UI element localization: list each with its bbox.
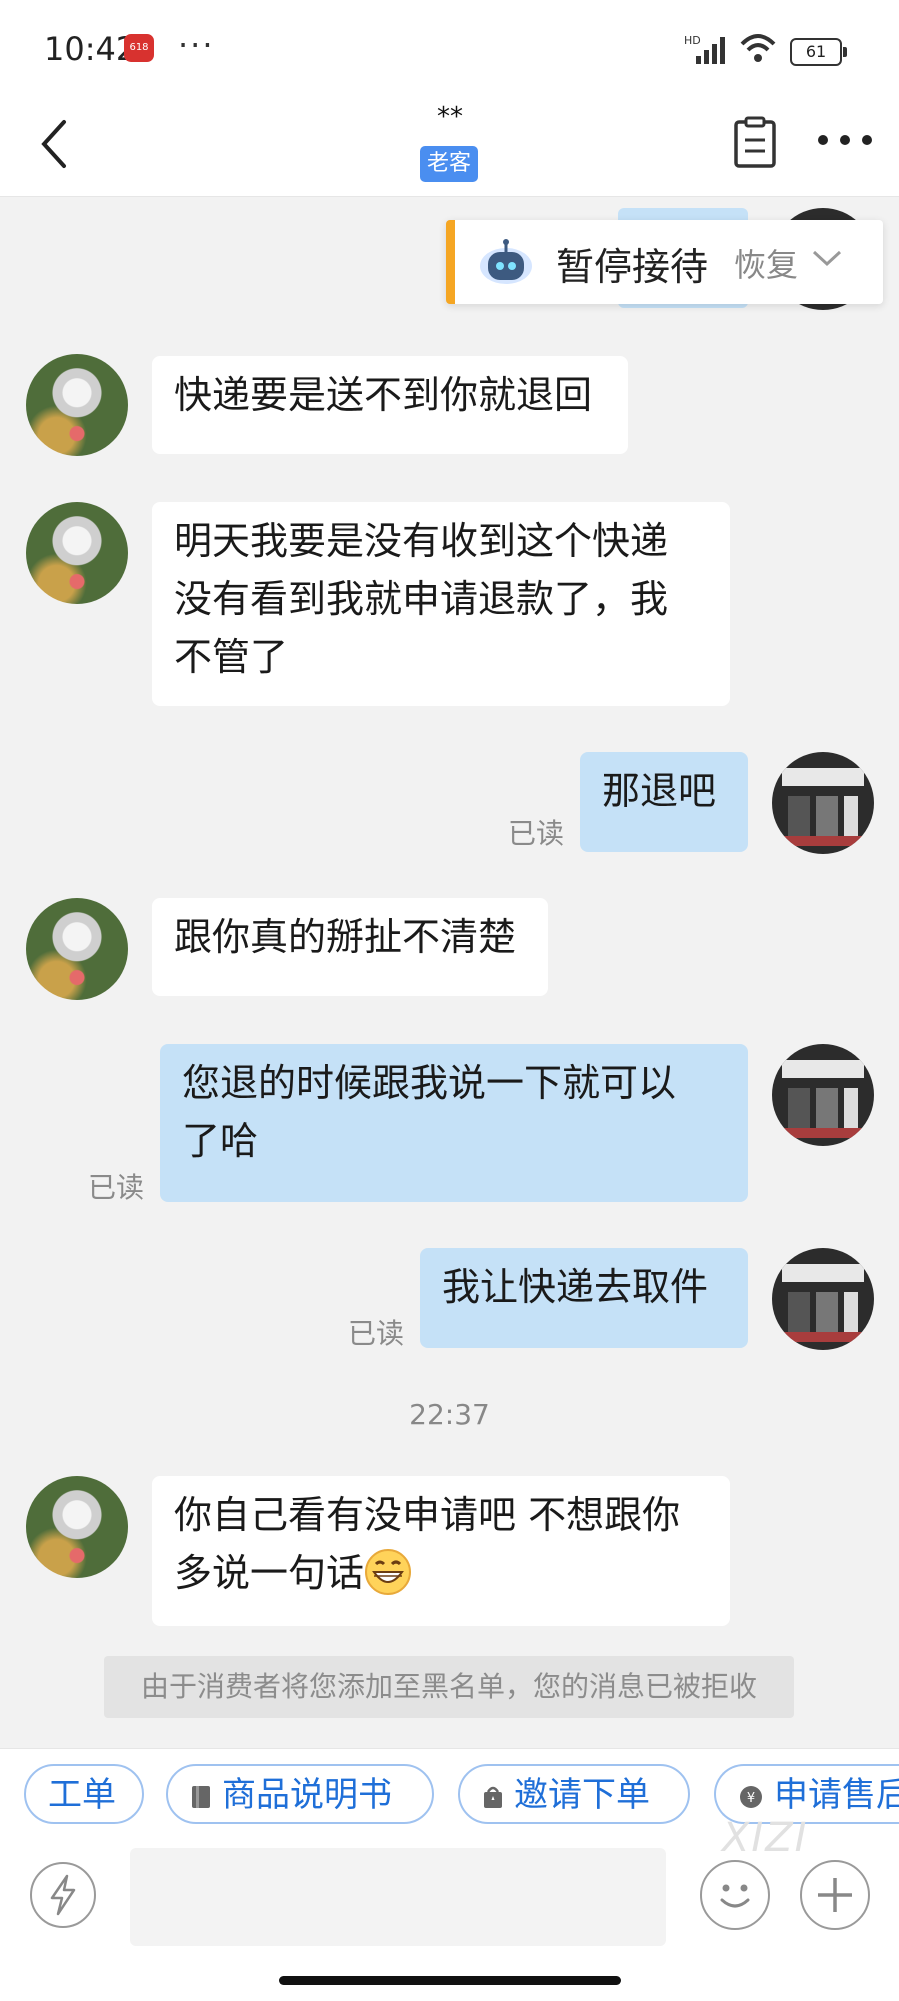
notes-button[interactable] bbox=[730, 114, 780, 170]
smiley-icon bbox=[720, 1884, 750, 1908]
reception-paused-label: 暂停接待 bbox=[556, 245, 709, 289]
back-arrow-icon bbox=[41, 120, 66, 168]
message-bubble-incoming[interactable]: 跟你真的掰扯不清楚 bbox=[152, 898, 548, 996]
back-button[interactable] bbox=[32, 114, 82, 174]
customer-avatar[interactable] bbox=[26, 1476, 128, 1578]
customer-avatar[interactable] bbox=[26, 354, 128, 456]
seller-avatar[interactable] bbox=[772, 1044, 874, 1146]
read-receipt: 已读 bbox=[348, 1317, 405, 1350]
home-indicator[interactable] bbox=[279, 1976, 621, 1985]
message-bubble-incoming[interactable]: 快递要是送不到你就退回 bbox=[152, 356, 628, 454]
seller-avatar[interactable] bbox=[772, 752, 874, 854]
quick-action-invite-order[interactable]: 邀请下单 bbox=[458, 1764, 690, 1824]
customer-avatar[interactable] bbox=[26, 898, 128, 1000]
battery-icon: 61 bbox=[790, 38, 847, 66]
quick-action-product-manual[interactable]: 商品说明书 bbox=[166, 1764, 434, 1824]
grin-emoji-icon bbox=[365, 1549, 412, 1595]
status-overflow-icon: ··· bbox=[178, 26, 215, 64]
emoji-button[interactable] bbox=[700, 1860, 770, 1930]
quick-reply-button[interactable] bbox=[30, 1862, 96, 1928]
message-bubble-outgoing[interactable]: 我让快递去取件 bbox=[420, 1248, 748, 1348]
quick-action-work-order[interactable]: 工单 bbox=[24, 1764, 144, 1824]
timestamp-separator: 22:37 bbox=[409, 1398, 490, 1431]
svg-text:¥: ¥ bbox=[747, 1791, 755, 1806]
resume-button[interactable]: 恢复 bbox=[734, 240, 798, 286]
message-input[interactable] bbox=[130, 1848, 666, 1946]
svg-text:HD: HD bbox=[684, 34, 701, 47]
more-options-button[interactable] bbox=[815, 120, 875, 160]
chevron-down-icon[interactable] bbox=[810, 246, 844, 270]
clipboard-icon bbox=[734, 120, 776, 168]
seller-avatar[interactable] bbox=[772, 1248, 874, 1350]
message-bubble-outgoing[interactable]: 您退的时候跟我说一下就可以 了哈 bbox=[160, 1044, 748, 1202]
message-bubble-incoming[interactable]: 明天我要是没有收到这个快递 没有看到我就申请退款了，我 不管了 bbox=[152, 502, 730, 706]
message-bubble-incoming[interactable]: 你自己看有没申请吧 不想跟你 多说一句话 bbox=[152, 1476, 730, 1626]
contact-name: ** bbox=[437, 102, 463, 132]
read-receipt: 已读 bbox=[88, 1171, 145, 1204]
yen-icon: ¥ bbox=[740, 1786, 762, 1808]
618-badge-icon: 618 bbox=[124, 34, 154, 62]
wifi-icon bbox=[740, 34, 776, 62]
returning-customer-tag: 老客 bbox=[420, 146, 478, 182]
signal-icon: HD bbox=[684, 34, 725, 64]
robot-icon bbox=[480, 239, 532, 284]
more-actions-button[interactable] bbox=[800, 1860, 870, 1930]
read-receipt: 已读 bbox=[508, 817, 565, 850]
status-time: 10:42 bbox=[44, 30, 137, 68]
book-icon bbox=[192, 1786, 210, 1808]
plus-icon bbox=[818, 1878, 852, 1912]
customer-avatar[interactable] bbox=[26, 502, 128, 604]
bag-icon bbox=[484, 1786, 502, 1808]
watermark: XIZI bbox=[722, 1815, 809, 1861]
blacklist-notice: 由于消费者将您添加至黑名单，您的消息已被拒收 bbox=[104, 1656, 794, 1718]
message-bubble-outgoing[interactable]: 那退吧 bbox=[580, 752, 748, 852]
lightning-icon bbox=[50, 1874, 76, 1916]
